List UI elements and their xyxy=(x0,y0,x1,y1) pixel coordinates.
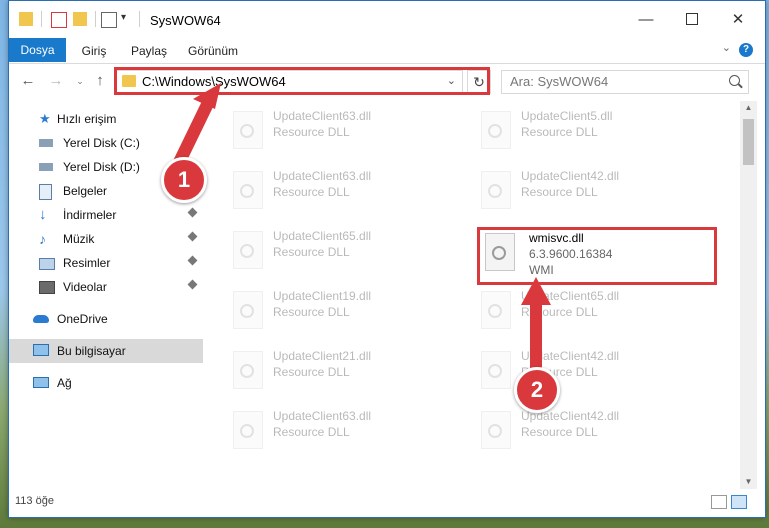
annotation-badge-2: 2 xyxy=(514,367,560,413)
explorer-window: ▾ SysWOW64 — ✕ Dosya Giriş Paylaş Görünü… xyxy=(8,0,766,518)
annotation-badge-1: 1 xyxy=(161,157,207,203)
annotation-arrows xyxy=(169,83,551,373)
annotation-arrow-2 xyxy=(521,277,551,373)
